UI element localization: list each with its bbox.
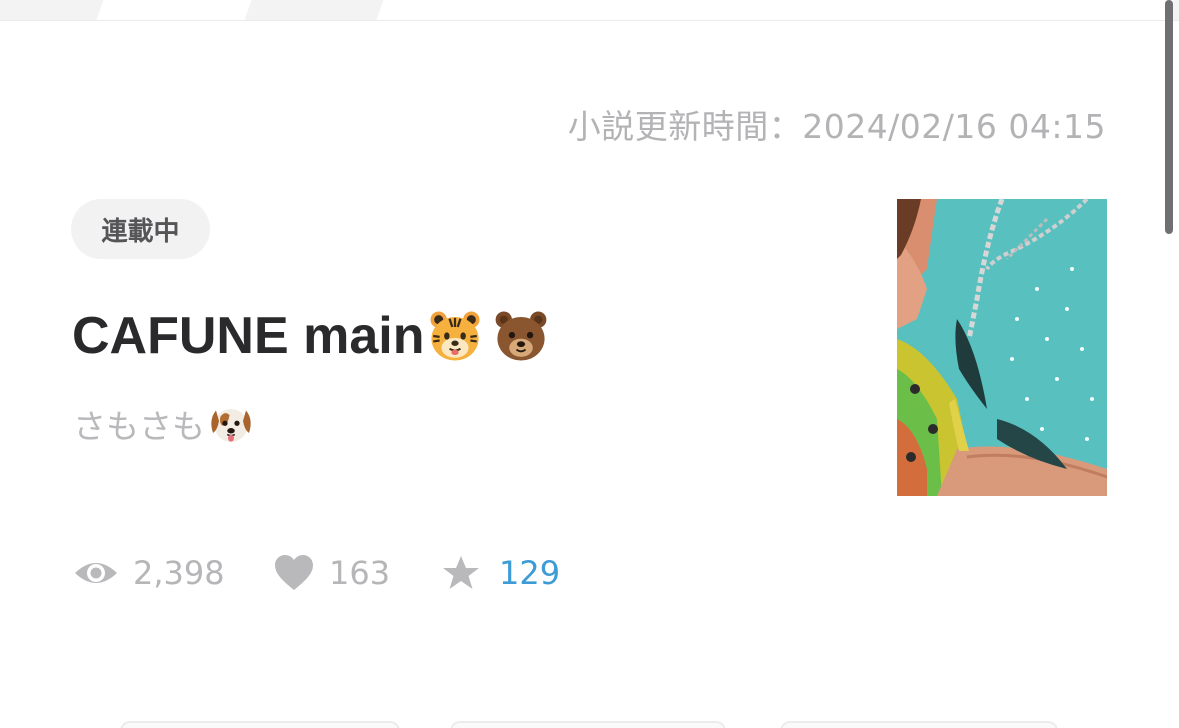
update-time: 小説更新時間：2024/02/16 04:15 bbox=[567, 107, 1106, 146]
cover-artwork bbox=[897, 199, 1107, 496]
views-count: 2,398 bbox=[133, 554, 225, 592]
top-tab-bar bbox=[0, 0, 1179, 21]
views-stat: 2,398 bbox=[73, 554, 273, 592]
scrollbar[interactable] bbox=[1165, 0, 1173, 234]
novel-stats: 2,398 163 129 bbox=[73, 548, 560, 598]
stars-stat[interactable]: 129 bbox=[441, 554, 560, 592]
likes-stat[interactable]: 163 bbox=[273, 554, 441, 592]
dog-emoji-icon bbox=[211, 409, 251, 442]
novel-page: 小説更新時間：2024/02/16 04:15 連載中 CAFUNE main bbox=[0, 0, 1179, 728]
author-name-text: さもさも bbox=[73, 407, 205, 446]
tiger-emoji-icon bbox=[431, 311, 480, 361]
stars-count: 129 bbox=[499, 554, 561, 592]
likes-count: 163 bbox=[329, 554, 391, 592]
novel-title-text: CAFUNE main bbox=[72, 307, 425, 365]
top-tab[interactable] bbox=[376, 0, 1174, 20]
heart-icon bbox=[275, 555, 313, 590]
cover-image[interactable] bbox=[897, 199, 1107, 496]
status-badge: 連載中 bbox=[71, 199, 210, 259]
star-icon bbox=[443, 556, 479, 589]
author-name[interactable]: さもさも bbox=[73, 400, 255, 448]
bear-emoji-icon bbox=[496, 311, 547, 361]
eye-icon bbox=[75, 563, 117, 583]
bottom-tab[interactable] bbox=[780, 721, 1058, 728]
novel-title[interactable]: CAFUNE main bbox=[72, 306, 550, 366]
bottom-tab[interactable] bbox=[120, 721, 400, 728]
bottom-tab[interactable] bbox=[450, 721, 726, 728]
top-tab[interactable] bbox=[96, 0, 252, 20]
